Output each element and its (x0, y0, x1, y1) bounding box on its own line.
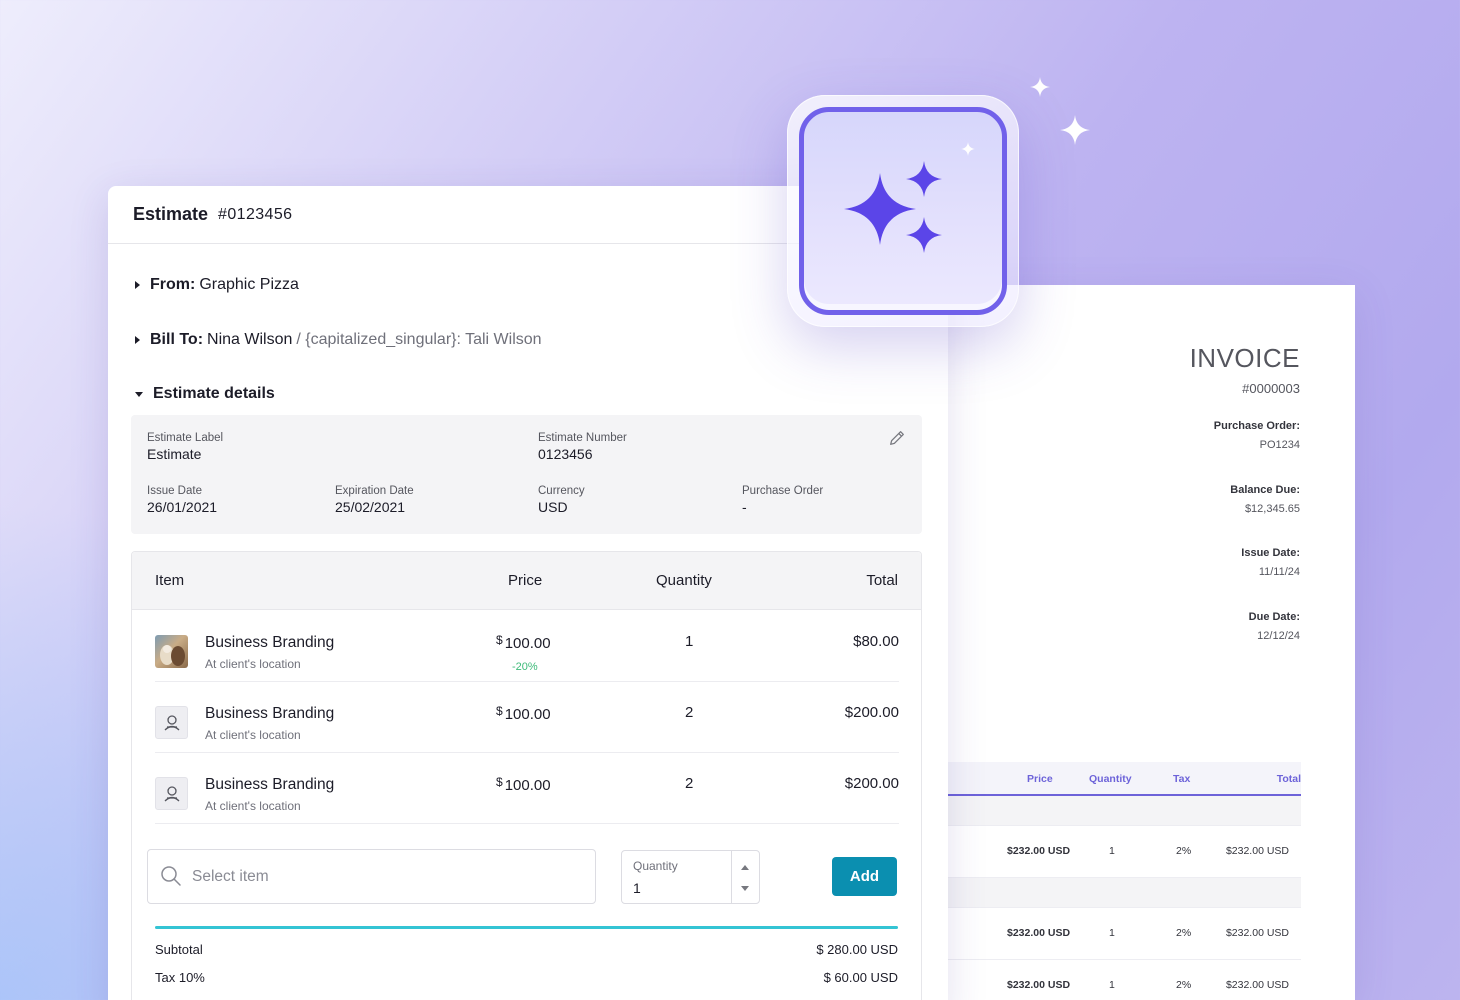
bill-to-section-toggle[interactable]: Bill To: Nina Wilson / {capitalized_sing… (135, 331, 542, 349)
service-icon (155, 777, 188, 810)
sparkle-medium-icon (1060, 115, 1090, 145)
item-total: $200.00 (844, 775, 899, 792)
invoice-balance-due: Balance Due: $12,345.65 (1230, 484, 1300, 515)
currency-field: Currency USD (538, 485, 585, 515)
tax-row: Tax 10% $ 60.00 USD (155, 970, 898, 985)
app-icon-face (799, 107, 1007, 315)
invoice-number: #0000003 (1242, 381, 1300, 396)
column-quantity: Quantity (656, 572, 712, 589)
item-quantity: 1 (685, 633, 694, 650)
item-total: $200.00 (844, 704, 899, 721)
column-total: Total (866, 572, 898, 589)
estimate-number-field: Estimate Number 0123456 (538, 432, 627, 462)
invoice-issue-date: Issue Date: 11/11/24 (1241, 547, 1300, 578)
item-photo (155, 635, 188, 668)
service-icon (155, 706, 188, 739)
item-quantity: 2 (685, 704, 694, 721)
invoice-table-header: Price Quantity Tax Total (940, 762, 1301, 796)
table-row[interactable]: Business Branding At client's location $… (155, 682, 899, 753)
pencil-icon[interactable] (888, 429, 906, 447)
caret-right-icon (135, 336, 140, 344)
item-price: $100.00 (496, 704, 551, 723)
increment-arrow-icon[interactable] (741, 865, 749, 870)
item-name: Business Branding (205, 705, 335, 722)
caret-right-icon (135, 281, 140, 289)
item-name: Business Branding (205, 776, 335, 793)
estimate-details-card: Estimate Label Estimate Estimate Number … (131, 415, 922, 534)
table-row[interactable]: Business Branding At client's location $… (155, 611, 899, 682)
invoice-row-spacer (940, 796, 1301, 826)
table-row[interactable]: Business Branding At client's location $… (155, 753, 899, 824)
invoice-table-row: $232.00 USD 1 2% $232.00 USD (940, 908, 1301, 960)
quantity-value[interactable]: 1 (633, 880, 641, 896)
item-price: $100.00 (496, 633, 551, 652)
estimate-number: #0123456 (218, 205, 293, 223)
invoice-preview: INVOICE #0000003 Purchase Order: PO1234 … (940, 285, 1355, 1000)
item-total: $80.00 (853, 633, 899, 650)
divider-accent (155, 926, 898, 929)
invoice-due-date: Due Date: 12/12/24 (1248, 611, 1300, 642)
item-location: At client's location (205, 657, 301, 671)
estimate-title: Estimate (133, 204, 209, 224)
sparkle-highlight-icon (961, 142, 975, 156)
app-icon (787, 95, 1019, 327)
invoice-row-spacer (940, 878, 1301, 908)
invoice-title: INVOICE (1189, 343, 1300, 373)
invoice-table-row: $232.00 USD 1 2% $232.00 USD (940, 826, 1301, 878)
select-item-input[interactable]: Select item (147, 849, 596, 904)
column-item: Item (155, 572, 185, 589)
sparkles-icon (844, 161, 942, 253)
item-location: At client's location (205, 728, 301, 742)
from-section-toggle[interactable]: From: Graphic Pizza (135, 276, 299, 294)
caret-down-icon (135, 391, 143, 397)
quantity-label: Quantity (633, 859, 678, 873)
item-name: Business Branding (205, 634, 335, 651)
search-icon (161, 866, 181, 886)
select-item-placeholder: Select item (192, 868, 269, 885)
item-location: At client's location (205, 799, 301, 813)
expiration-date-field: Expiration Date 25/02/2021 (335, 485, 414, 515)
items-table: Item Price Quantity Total Business Brand… (131, 551, 922, 1000)
item-discount: -20% (512, 661, 538, 673)
item-price: $100.00 (496, 775, 551, 794)
purchase-order-field: Purchase Order - (742, 485, 824, 515)
dog-photo-icon (160, 645, 185, 666)
sparkle-small-icon (1030, 77, 1050, 97)
estimate-details-toggle[interactable]: Estimate details (135, 385, 275, 403)
add-button[interactable]: Add (832, 857, 897, 896)
item-quantity: 2 (685, 775, 694, 792)
estimate-label-field: Estimate Label Estimate (147, 432, 224, 462)
items-table-header: Item Price Quantity Total (132, 552, 921, 610)
subtotal-row: Subtotal $ 280.00 USD (155, 942, 898, 957)
invoice-table-row: $232.00 USD 1 2% $232.00 USD (940, 960, 1301, 1000)
stepper-controls (731, 851, 759, 903)
invoice-table: Price Quantity Tax Total $232.00 USD 1 2… (940, 762, 1301, 1000)
quantity-stepper[interactable]: Quantity 1 (621, 850, 760, 904)
issue-date-field: Issue Date 26/01/2021 (147, 485, 218, 515)
column-price: Price (508, 572, 543, 589)
decrement-arrow-icon[interactable] (741, 886, 749, 891)
invoice-purchase-order: Purchase Order: PO1234 (1213, 420, 1300, 451)
